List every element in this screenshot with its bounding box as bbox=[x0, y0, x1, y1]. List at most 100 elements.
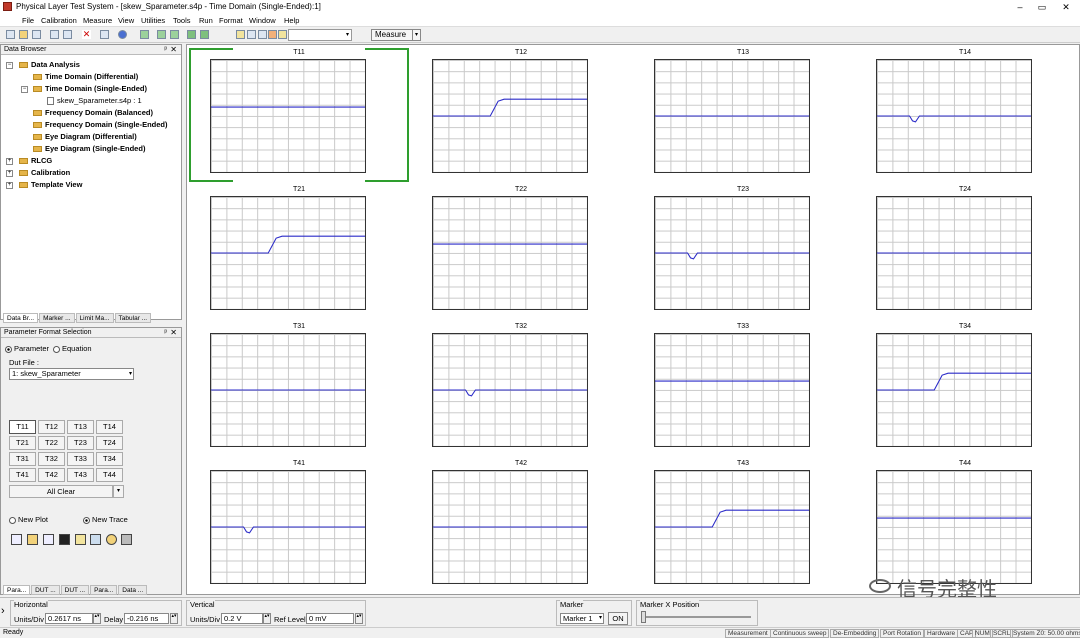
maximize-button[interactable]: ▭ bbox=[1032, 1, 1052, 13]
tree-item[interactable]: Frequency Domain (Single-Ended) bbox=[33, 120, 168, 129]
export-icon[interactable] bbox=[157, 30, 166, 39]
param-button-t14[interactable]: T14 bbox=[96, 420, 123, 434]
menu-window[interactable]: Window bbox=[249, 16, 276, 25]
radio-parameter[interactable]: Parameter bbox=[5, 344, 49, 353]
plot-canvas[interactable] bbox=[210, 333, 366, 447]
expand-icon[interactable]: + bbox=[6, 182, 13, 189]
param-button-t13[interactable]: T13 bbox=[67, 420, 94, 434]
param-button-t43[interactable]: T43 bbox=[67, 468, 94, 482]
tab-tabular[interactable]: Tabular ... bbox=[114, 313, 152, 323]
plot-canvas[interactable] bbox=[654, 59, 810, 173]
tab-parameter[interactable]: Para... bbox=[3, 585, 31, 595]
spinner-icon[interactable]: ▴▾ bbox=[355, 613, 363, 624]
param-button-t21[interactable]: T21 bbox=[9, 436, 36, 450]
measure-button[interactable]: Measure ▾ bbox=[371, 29, 421, 41]
plot-canvas[interactable] bbox=[654, 196, 810, 310]
tree-item[interactable]: Time Domain (Differential) bbox=[33, 72, 138, 81]
tab-limit-mask[interactable]: Limit Ma... bbox=[75, 313, 114, 323]
plot-canvas[interactable] bbox=[654, 333, 810, 447]
param-button-t34[interactable]: T34 bbox=[96, 452, 123, 466]
plot-canvas[interactable] bbox=[210, 196, 366, 310]
plot-t12[interactable]: T12 bbox=[410, 46, 632, 183]
close-icon[interactable]: ✕ bbox=[170, 328, 177, 338]
plot-t11[interactable]: T11 bbox=[188, 46, 410, 183]
import-icon[interactable] bbox=[170, 30, 179, 39]
table-icon[interactable] bbox=[258, 30, 267, 39]
toolbar-dropdown[interactable]: ▾ bbox=[288, 29, 352, 41]
tree-item[interactable]: Eye Diagram (Differential) bbox=[33, 132, 137, 141]
palette-icon[interactable] bbox=[278, 30, 287, 39]
tab-parameter-2[interactable]: Para... bbox=[90, 585, 118, 595]
clock-icon[interactable] bbox=[106, 534, 117, 545]
plot-t22[interactable]: T22 bbox=[410, 183, 632, 320]
chart-icon[interactable] bbox=[140, 30, 149, 39]
param-button-t31[interactable]: T31 bbox=[9, 452, 36, 466]
delay-input[interactable]: -0.216 ns bbox=[124, 613, 169, 624]
polar-icon[interactable] bbox=[90, 534, 101, 545]
plot-canvas[interactable] bbox=[876, 59, 1032, 173]
spinner-icon[interactable]: ▴▾ bbox=[263, 613, 271, 624]
menu-tools[interactable]: Tools bbox=[173, 16, 191, 25]
horizontal-units-input[interactable]: 0.2617 ns bbox=[45, 613, 93, 624]
param-button-t42[interactable]: T42 bbox=[38, 468, 65, 482]
plot-t31[interactable]: T31 bbox=[188, 320, 410, 457]
tree-item[interactable]: RLCG bbox=[19, 156, 52, 165]
tab-data-browser[interactable]: Data Br... bbox=[3, 313, 39, 323]
menu-format[interactable]: Format bbox=[219, 16, 243, 25]
pin-icon[interactable]: ᵖ bbox=[164, 328, 167, 338]
param-button-t11[interactable]: T11 bbox=[9, 420, 36, 434]
ref-level-input[interactable]: 0 mV bbox=[306, 613, 354, 624]
minimize-button[interactable]: – bbox=[1010, 1, 1030, 13]
close-button[interactable]: ✕ bbox=[1056, 1, 1076, 13]
menu-run[interactable]: Run bbox=[199, 16, 213, 25]
settings-icon[interactable] bbox=[121, 534, 132, 545]
menu-calibration[interactable]: Calibration bbox=[41, 16, 77, 25]
help-icon[interactable] bbox=[118, 30, 127, 39]
tree-item-file[interactable]: skew_Sparameter.s4p : 1 bbox=[47, 96, 142, 106]
plot-canvas[interactable] bbox=[432, 59, 588, 173]
spinner-icon[interactable]: ▴▾ bbox=[170, 613, 178, 624]
plot-canvas[interactable] bbox=[876, 470, 1032, 584]
plot-canvas[interactable] bbox=[210, 470, 366, 584]
plot-t13[interactable]: T13 bbox=[632, 46, 854, 183]
spinner-icon[interactable]: ▴▾ bbox=[93, 613, 101, 624]
tab-data[interactable]: Data ... bbox=[118, 585, 148, 595]
delete-icon[interactable]: ✕ bbox=[82, 30, 91, 39]
folder-plot-icon[interactable] bbox=[27, 534, 38, 545]
menu-help[interactable]: Help bbox=[284, 16, 299, 25]
menu-measure[interactable]: Measure bbox=[83, 16, 112, 25]
save-icon[interactable] bbox=[32, 30, 41, 39]
close-icon[interactable]: ✕ bbox=[170, 45, 177, 55]
eye-diagram-icon[interactable] bbox=[59, 534, 70, 545]
tree-item[interactable]: Calibration bbox=[19, 168, 70, 177]
collapse-icon[interactable]: − bbox=[21, 86, 28, 93]
zoom-out-icon[interactable] bbox=[200, 30, 209, 39]
tree-item[interactable]: Frequency Domain (Balanced) bbox=[33, 108, 153, 117]
param-button-t23[interactable]: T23 bbox=[67, 436, 94, 450]
radio-new-trace[interactable]: New Trace bbox=[83, 515, 128, 524]
param-button-t33[interactable]: T33 bbox=[67, 452, 94, 466]
plot-canvas[interactable] bbox=[432, 196, 588, 310]
plot-canvas[interactable] bbox=[654, 470, 810, 584]
dut-file-select[interactable]: 1: skew_Sparameter ▾ bbox=[9, 368, 134, 380]
tab-dut-2[interactable]: DUT ... bbox=[60, 585, 90, 595]
tree-item[interactable]: Time Domain (Single-Ended) bbox=[33, 84, 147, 93]
plot-t41[interactable]: T41 bbox=[188, 457, 410, 594]
new-icon[interactable] bbox=[6, 30, 15, 39]
plot-canvas[interactable] bbox=[876, 196, 1032, 310]
plot-t32[interactable]: T32 bbox=[410, 320, 632, 457]
plot-t42[interactable]: T42 bbox=[410, 457, 632, 594]
marker-x-slider-thumb[interactable] bbox=[641, 611, 646, 623]
print-icon[interactable] bbox=[100, 30, 109, 39]
radio-new-plot[interactable]: New Plot bbox=[9, 515, 48, 524]
expand-icon[interactable]: + bbox=[6, 158, 13, 165]
tree-item[interactable]: Data Analysis bbox=[19, 60, 80, 69]
vertical-units-input[interactable]: 0.2 V bbox=[221, 613, 263, 624]
chevron-right-icon[interactable]: › bbox=[1, 604, 9, 620]
waveform-icon[interactable] bbox=[43, 534, 54, 545]
open-icon[interactable] bbox=[19, 30, 28, 39]
chevron-down-icon[interactable]: ▾ bbox=[113, 485, 124, 498]
param-button-t44[interactable]: T44 bbox=[96, 468, 123, 482]
param-button-t41[interactable]: T41 bbox=[9, 468, 36, 482]
marker-on-button[interactable]: ON bbox=[608, 612, 628, 625]
